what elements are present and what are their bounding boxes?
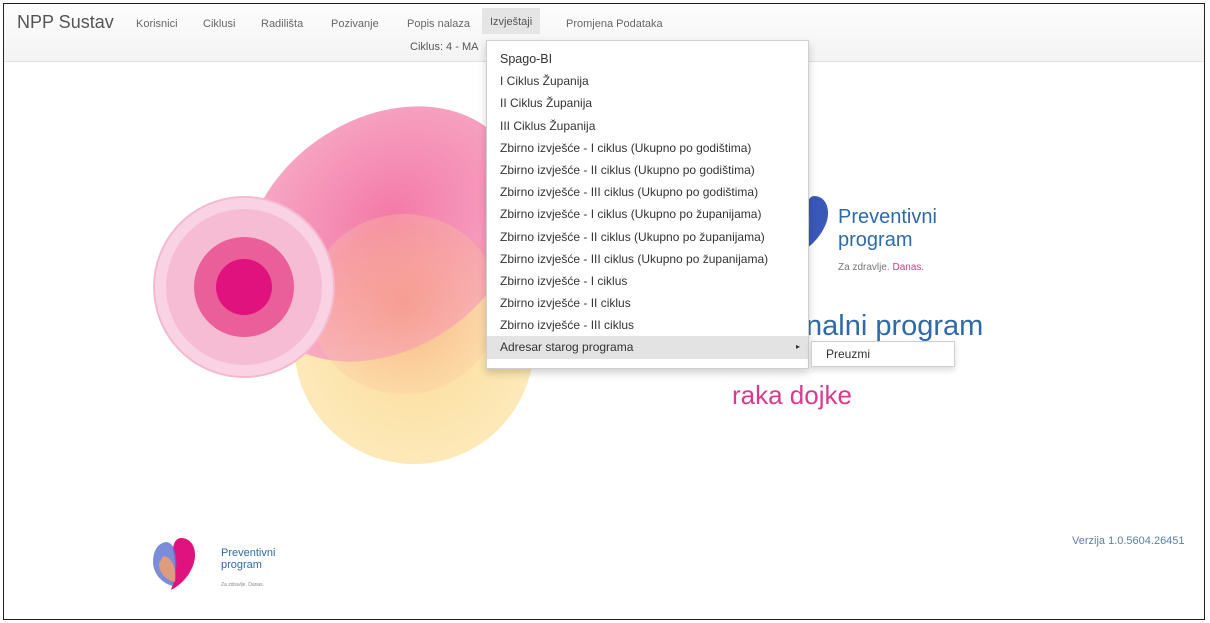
program-headline: nalni program	[806, 310, 984, 342]
menu-item-zbirno-ii-godista[interactable]: Zbirno izvješće - II ciklus (Ukupno po g…	[487, 159, 808, 181]
submenu-item-preuzmi[interactable]: Preuzmi	[812, 342, 954, 366]
footer-logo-tagline: Za zdravlje. Danas.	[221, 582, 265, 588]
logo-title: Preventivni program	[838, 206, 937, 251]
nav-ciklusi[interactable]: Ciklusi	[196, 16, 242, 32]
nav-pozivanje[interactable]: Pozivanje	[324, 16, 386, 32]
menu-item-spago-bi[interactable]: Spago-BI	[487, 48, 808, 70]
nav-popis-nalaza[interactable]: Popis nalaza	[400, 16, 477, 32]
footer-logo-title: Preventivni program	[221, 547, 276, 571]
menu-item-label: Adresar starog programa	[500, 340, 634, 355]
caret-right-icon: ▸	[796, 342, 801, 352]
menu-item-zbirno-i-zupanije[interactable]: Zbirno izvješće - I ciklus (Ukupno po žu…	[487, 203, 808, 225]
menu-item-zbirno-i-godista[interactable]: Zbirno izvješće - I ciklus (Ukupno po go…	[487, 137, 808, 159]
heart-logo-icon	[153, 538, 196, 590]
nav-promjena-podataka[interactable]: Promjena Podataka	[559, 16, 670, 32]
izvjestaji-dropdown-menu: Spago-BI I Ciklus Županija II Ciklus Žup…	[486, 40, 809, 369]
menu-item-zbirno-ii[interactable]: Zbirno izvješće - II ciklus	[487, 292, 808, 314]
menu-item-ii-ciklus-zupanija[interactable]: II Ciklus Županija	[487, 92, 808, 114]
app-window: NPP Sustav Korisnici Ciklusi Radilišta P…	[3, 3, 1205, 620]
menu-item-zbirno-ii-zupanije[interactable]: Zbirno izvješće - II ciklus (Ukupno po ž…	[487, 226, 808, 248]
menu-item-zbirno-iii[interactable]: Zbirno izvješće - III ciklus	[487, 314, 808, 336]
nav-izvjestaji[interactable]: Izvještaji	[482, 8, 541, 34]
nav-korisnici[interactable]: Korisnici	[129, 16, 185, 32]
menu-item-zbirno-i[interactable]: Zbirno izvješće - I ciklus	[487, 270, 808, 292]
adresar-submenu: Preuzmi	[811, 341, 955, 367]
menu-item-zbirno-iii-godista[interactable]: Zbirno izvješće - III ciklus (Ukupno po …	[487, 181, 808, 203]
brand-logo-text[interactable]: NPP Sustav	[17, 12, 114, 33]
menu-item-iii-ciklus-zupanija[interactable]: III Ciklus Županija	[487, 115, 808, 137]
menu-item-i-ciklus-zupanija[interactable]: I Ciklus Županija	[487, 70, 808, 92]
program-subheadline: raka dojke	[732, 380, 852, 410]
cycle-subtext: Ciklus: 4 - MA	[410, 41, 479, 53]
logo-tagline: Za zdravlje. Danas.	[838, 262, 925, 273]
version-label: Verzija 1.0.5604.26451	[1072, 535, 1185, 547]
menu-item-zbirno-iii-zupanije[interactable]: Zbirno izvješće - III ciklus (Ukupno po …	[487, 248, 808, 270]
menu-item-adresar-starog-programa[interactable]: Adresar starog programa ▸	[487, 336, 808, 359]
footer-logo: Preventivni program Za zdravlje. Danas.	[149, 529, 299, 594]
nav-radilista[interactable]: Radilišta	[254, 16, 310, 32]
